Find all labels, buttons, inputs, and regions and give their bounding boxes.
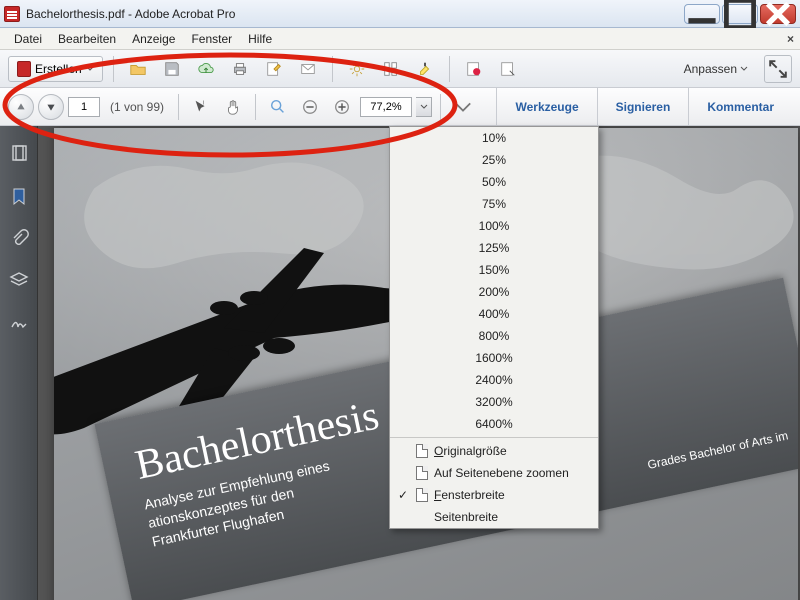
bookmarks-icon[interactable] [9,186,29,206]
navigation-panel [0,126,38,600]
zoom-marquee-button[interactable] [264,93,292,121]
zoom-menu-item[interactable]: 6400% [390,413,598,435]
menu-datei[interactable]: Datei [6,30,50,48]
zoom-value-input[interactable] [360,97,412,117]
menu-bearbeiten[interactable]: Bearbeiten [50,30,124,48]
action-a-button[interactable] [460,55,488,83]
page-thumbnails-icon[interactable] [9,144,29,164]
zoom-menu-window-width[interactable]: ✓Fensterbreite [390,484,598,506]
zoom-menu: 10%25%50%75%100%125%150%200%400%800%1600… [389,126,599,529]
action-b-button[interactable] [494,55,522,83]
customize-label: Anpassen [684,62,737,76]
menu-fenster[interactable]: Fenster [183,30,240,48]
signatures-icon[interactable] [9,312,29,332]
svg-text:I: I [203,100,205,106]
create-button[interactable]: Erstellen [8,56,103,82]
chevron-down-icon [86,65,94,73]
menu-hilfe[interactable]: Hilfe [240,30,280,48]
page-number-input[interactable] [68,97,100,117]
window-maximize-button[interactable] [722,4,758,24]
open-button[interactable] [124,55,152,83]
page-up-button[interactable] [8,94,34,120]
zoom-menu-item[interactable]: 400% [390,303,598,325]
toolbar-main: Erstellen Anpassen [0,50,800,88]
zoom-in-button[interactable] [328,93,356,121]
pdf-icon [17,61,31,77]
document-close-button[interactable]: × [787,32,794,46]
zoom-out-button[interactable] [296,93,324,121]
highlight-button[interactable] [411,55,439,83]
customize-dropdown[interactable]: Anpassen [684,62,748,76]
zoom-menu-zoom-to-page[interactable]: Auf Seitenebene zoomen [390,462,598,484]
zoom-menu-item[interactable]: 10% [390,127,598,149]
zoom-menu-page-width[interactable]: Seitenbreite [390,506,598,528]
thumbnails-button[interactable] [377,55,405,83]
window-close-button[interactable] [760,4,796,24]
attachments-icon[interactable] [9,228,29,248]
tab-tools[interactable]: Werkzeuge [496,88,596,126]
tab-comment[interactable]: Kommentar [688,88,792,126]
zoom-menu-item[interactable]: 75% [390,193,598,215]
save-button[interactable] [158,55,186,83]
page-count-label: (1 von 99) [110,100,164,114]
zoom-menu-item[interactable]: 50% [390,171,598,193]
page-down-button[interactable] [38,94,64,120]
zoom-menu-item[interactable]: 1600% [390,347,598,369]
edit-button[interactable] [260,55,288,83]
layers-icon[interactable] [9,270,29,290]
menubar: Datei Bearbeiten Anzeige Fenster Hilfe × [0,28,800,50]
zoom-menu-item[interactable]: 800% [390,325,598,347]
zoom-dropdown-button[interactable] [416,97,432,117]
create-button-label: Erstellen [35,62,82,76]
chevron-down-icon [740,65,748,73]
zoom-menu-item[interactable]: 3200% [390,391,598,413]
toolbar-navigation: (1 von 99) I Werkzeuge Signieren Komment… [0,88,800,126]
zoom-menu-item[interactable]: 2400% [390,369,598,391]
select-tool-button[interactable]: I [187,93,215,121]
print-button[interactable] [226,55,254,83]
email-button[interactable] [294,55,322,83]
zoom-menu-item[interactable]: 150% [390,259,598,281]
zoom-menu-item[interactable]: 200% [390,281,598,303]
zoom-menu-item[interactable]: 100% [390,215,598,237]
hand-tool-button[interactable] [219,93,247,121]
fullscreen-button[interactable] [764,55,792,83]
cloud-button[interactable] [192,55,220,83]
app-icon [4,6,20,22]
window-title: Bachelorthesis.pdf - Adobe Acrobat Pro [26,7,684,21]
window-minimize-button[interactable] [684,4,720,24]
zoom-menu-original-size[interactable]: Originalgröße [390,440,598,462]
gear-button[interactable] [343,55,371,83]
tab-sign[interactable]: Signieren [597,88,689,126]
window-titlebar: Bachelorthesis.pdf - Adobe Acrobat Pro [0,0,800,28]
zoom-menu-item[interactable]: 25% [390,149,598,171]
zoom-menu-item[interactable]: 125% [390,237,598,259]
extra-dropdown-button[interactable] [449,93,477,121]
menu-anzeige[interactable]: Anzeige [124,30,183,48]
